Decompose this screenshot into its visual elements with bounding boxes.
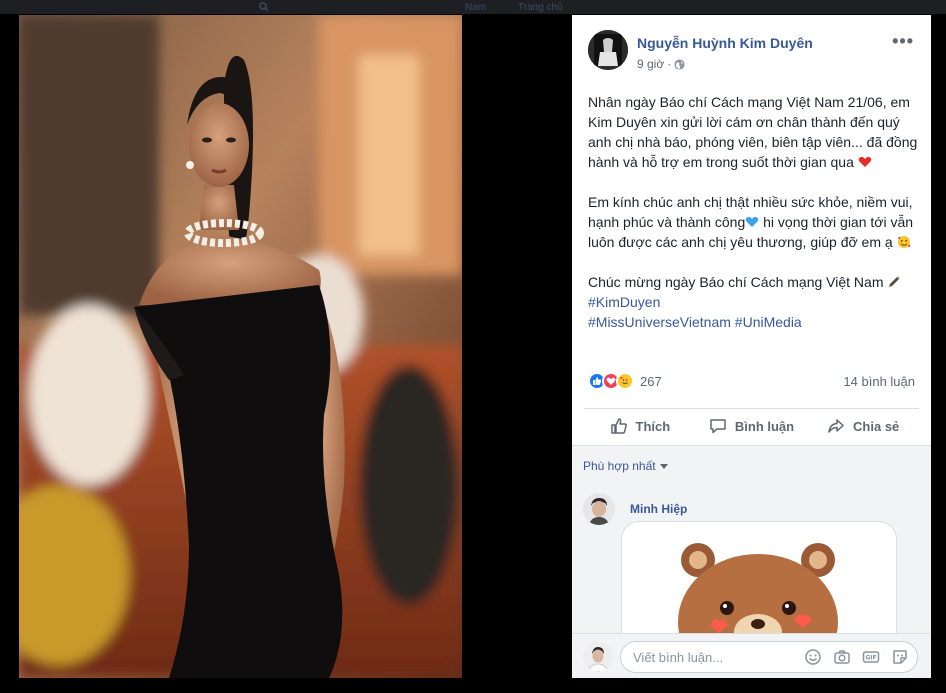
globe-icon: [674, 58, 685, 70]
chevron-down-icon: [659, 463, 668, 469]
comment-composer: GIF: [572, 633, 931, 678]
hashtag-missuniversevietnam-unimedia[interactable]: #MissUniverseVietnam #UniMedia: [588, 312, 918, 332]
post-side-panel: Nguyễn Huỳnh Kim Duyên 9 giờ · ••• Nhân …: [572, 15, 931, 678]
comment-icon: [710, 419, 726, 434]
reaction-summary[interactable]: 267: [588, 372, 662, 390]
comment-sticker[interactable]: [621, 521, 897, 633]
photo-image: [19, 15, 462, 678]
post-paragraph-1: Nhân ngày Báo chí Cách mạng Việt Nam 21/…: [588, 94, 918, 170]
more-options-icon[interactable]: •••: [892, 32, 914, 50]
blue-heart-emoji-icon: [746, 216, 759, 227]
sticker-icon[interactable]: [891, 648, 909, 666]
comment-input[interactable]: [633, 642, 803, 672]
share-button[interactable]: Chia sẻ: [807, 409, 919, 443]
svg-text:GIF: GIF: [865, 655, 876, 662]
comment-button[interactable]: Bình luận: [696, 409, 808, 443]
pen-emoji-icon: [889, 276, 901, 287]
comment-input-box: GIF: [620, 641, 918, 673]
author-avatar-image: [588, 30, 628, 70]
bear-sticker-image: [678, 543, 838, 633]
navbar-profile-ghost: Nam: [465, 2, 487, 13]
thumbs-up-icon: [610, 418, 627, 434]
author-name[interactable]: Nguyễn Huỳnh Kim Duyên: [637, 35, 813, 51]
reaction-count: 267: [640, 373, 662, 389]
comment-input-tools: GIF: [804, 648, 909, 666]
commenter-avatar[interactable]: [583, 493, 615, 525]
search-icon: [259, 2, 269, 12]
post-time[interactable]: 9 giờ: [637, 57, 664, 71]
current-user-avatar-image: [583, 642, 613, 672]
commenter-avatar-image: [583, 493, 615, 525]
commenter-name[interactable]: Minh Hiệp: [630, 502, 687, 516]
top-navbar-strip: Nam Trang chủ: [0, 0, 946, 14]
author-avatar[interactable]: [588, 30, 628, 70]
post-paragraph-2: Em kính chúc anh chị thật nhiều sức khỏe…: [588, 194, 914, 250]
comment-label: Bình luận: [734, 418, 795, 434]
comment-sort-dropdown[interactable]: Phù hợp nhất: [583, 459, 668, 473]
smiling-hearts-reaction-icon: [616, 372, 634, 390]
share-icon: [828, 419, 844, 433]
red-heart-emoji-icon: [858, 156, 871, 167]
smiling-face-with-hearts-emoji-icon: [897, 236, 911, 248]
post-actions: Thích Bình luận Chia sẻ: [584, 409, 919, 443]
gif-icon[interactable]: GIF: [862, 648, 880, 666]
comment-sort-bar: Phù hợp nhất: [572, 445, 931, 483]
comment-count[interactable]: 14 bình luận: [843, 374, 915, 389]
current-user-avatar: [583, 642, 613, 672]
comments-list: Minh Hiệp: [572, 483, 931, 633]
emoji-picker-icon[interactable]: [804, 648, 822, 666]
post-paragraph-3: Chúc mừng ngày Báo chí Cách mạng Việt Na…: [588, 272, 918, 332]
like-button[interactable]: Thích: [584, 409, 696, 443]
post-photo[interactable]: [19, 15, 462, 678]
camera-icon[interactable]: [833, 648, 851, 666]
post-header: Nguyễn Huỳnh Kim Duyên 9 giờ · •••: [572, 15, 931, 85]
post-text: Nhân ngày Báo chí Cách mạng Việt Nam 21/…: [588, 92, 918, 332]
share-label: Chia sẻ: [853, 418, 900, 434]
post-meta: 9 giờ ·: [637, 57, 685, 71]
navbar-home-ghost: Trang chủ: [518, 2, 563, 13]
hashtag-kimduyen[interactable]: #KimDuyen: [588, 292, 918, 312]
like-label: Thích: [635, 418, 671, 434]
